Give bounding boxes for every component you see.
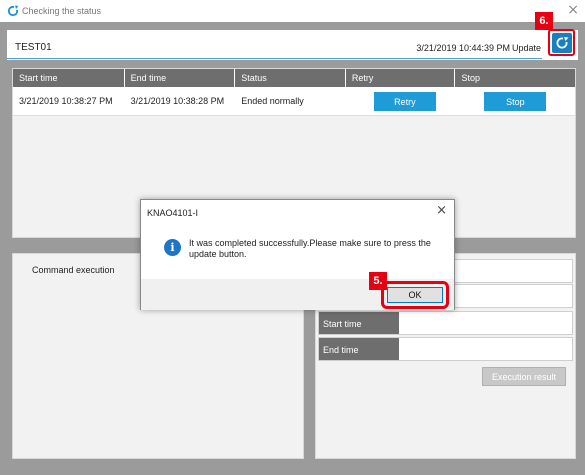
title-bar: Checking the status ×: [0, 0, 585, 22]
execution-result-button[interactable]: Execution result: [482, 367, 566, 386]
command-execution-label: Command execution: [32, 265, 115, 275]
column-header-end-time: End time: [125, 69, 236, 87]
step-5-badge: 5.: [369, 272, 387, 290]
end-time-value: [399, 338, 572, 360]
refresh-icon: [551, 32, 572, 53]
dialog-body: i It was completed successfully.Please m…: [141, 225, 454, 279]
message-dialog: KNAO4101-I × i It was completed successf…: [140, 199, 455, 310]
start-time-value: [399, 312, 572, 334]
step-6-badge: 6.: [535, 12, 553, 30]
info-icon: i: [164, 239, 181, 256]
cell-retry: Retry: [346, 87, 456, 116]
close-icon[interactable]: ×: [567, 3, 579, 17]
header-divider: [7, 58, 542, 59]
update-timestamp: 3/21/2019 10:44:39 PM: [416, 43, 510, 53]
status-window: Checking the status × TEST01 3/21/2019 1…: [0, 0, 585, 475]
dialog-title: KNAO4101-I: [147, 208, 199, 218]
start-time-label: Start time: [319, 312, 399, 334]
detail-row-end-time: End time: [318, 337, 573, 361]
retry-button[interactable]: Retry: [373, 92, 436, 111]
ok-button[interactable]: OK: [387, 287, 443, 303]
dialog-message: It was completed successfully.Please mak…: [189, 238, 431, 259]
cell-status: Ended normally: [241, 96, 304, 106]
column-header-start-time: Start time: [13, 69, 125, 87]
column-header-stop: Stop: [461, 73, 480, 83]
table-header: Start time End time Status Retry Stop: [13, 69, 575, 87]
cell-start-time: 3/21/2019 10:38:27 PM: [19, 96, 113, 106]
window-title: Checking the status: [22, 6, 102, 16]
update-button[interactable]: [548, 29, 575, 56]
table-row: 3/21/2019 10:38:27 PM 3/21/2019 10:38:28…: [13, 87, 575, 116]
cell-end-time: 3/21/2019 10:38:28 PM: [130, 96, 225, 106]
stop-button[interactable]: Stop: [484, 92, 547, 111]
column-header-status: Status: [235, 69, 346, 87]
header-panel: TEST01 3/21/2019 10:44:39 PM Update: [7, 30, 578, 60]
close-icon[interactable]: ×: [436, 204, 447, 217]
refresh-icon: [7, 5, 19, 17]
cell-stop: Stop: [455, 87, 575, 116]
end-time-label: End time: [319, 338, 399, 360]
job-name: TEST01: [15, 42, 52, 53]
ok-highlight: OK: [381, 281, 449, 309]
column-header-retry: Retry: [346, 69, 456, 87]
update-label: Update: [511, 43, 541, 53]
detail-row-start-time: Start time: [318, 311, 573, 335]
